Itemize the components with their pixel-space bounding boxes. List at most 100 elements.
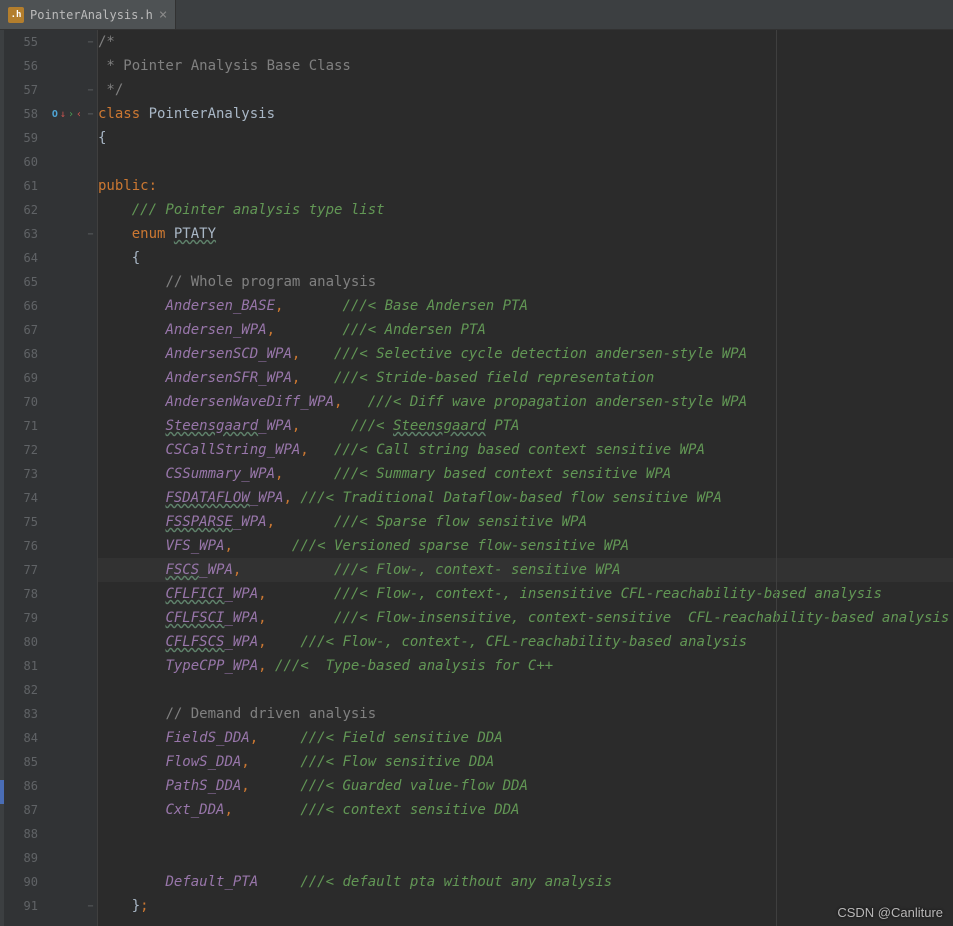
line-number[interactable]: 69 xyxy=(4,366,44,390)
code-line[interactable]: */ xyxy=(98,78,953,102)
line-number[interactable]: 62 xyxy=(4,198,44,222)
line-number[interactable]: 70 xyxy=(4,390,44,414)
fold-handle[interactable]: − xyxy=(84,222,97,246)
code-line[interactable]: AndersenSFR_WPA, ///< Stride-based field… xyxy=(98,366,953,390)
code-line[interactable]: Default_PTA ///< default pta without any… xyxy=(98,870,953,894)
fold-handle[interactable] xyxy=(84,54,97,78)
code-line[interactable]: CFLFSCI_WPA, ///< Flow-insensitive, cont… xyxy=(98,606,953,630)
code-line[interactable]: * Pointer Analysis Base Class xyxy=(98,54,953,78)
gutter-annotation[interactable] xyxy=(44,246,84,270)
line-number[interactable]: 67 xyxy=(4,318,44,342)
gutter-annotation[interactable] xyxy=(44,558,84,582)
fold-handle[interactable] xyxy=(84,342,97,366)
fold-handle[interactable] xyxy=(84,126,97,150)
gutter-annotation[interactable] xyxy=(44,510,84,534)
code-line[interactable]: CFLFSCS_WPA, ///< Flow-, context-, CFL-r… xyxy=(98,630,953,654)
gutter-annotation[interactable] xyxy=(44,462,84,486)
code-line[interactable]: FSDATAFLOW_WPA, ///< Traditional Dataflo… xyxy=(98,486,953,510)
code-line[interactable]: Andersen_WPA, ///< Andersen PTA xyxy=(98,318,953,342)
fold-handle[interactable] xyxy=(84,558,97,582)
gutter-annotation[interactable] xyxy=(44,654,84,678)
line-number[interactable]: 63 xyxy=(4,222,44,246)
line-number[interactable]: 91 xyxy=(4,894,44,918)
line-number[interactable]: 85 xyxy=(4,750,44,774)
code-line[interactable]: // Demand driven analysis xyxy=(98,702,953,726)
line-number[interactable]: 81 xyxy=(4,654,44,678)
line-number[interactable]: 64 xyxy=(4,246,44,270)
code-line[interactable]: public: xyxy=(98,174,953,198)
gutter-annotation[interactable] xyxy=(44,630,84,654)
fold-handle[interactable] xyxy=(84,510,97,534)
code-line[interactable]: FieldS_DDA, ///< Field sensitive DDA xyxy=(98,726,953,750)
line-number[interactable]: 68 xyxy=(4,342,44,366)
fold-handle[interactable] xyxy=(84,630,97,654)
fold-handle[interactable] xyxy=(84,870,97,894)
fold-gutter[interactable]: −−−−− xyxy=(84,30,98,926)
code-line[interactable]: FlowS_DDA, ///< Flow sensitive DDA xyxy=(98,750,953,774)
code-text-area[interactable]: /* * Pointer Analysis Base Class */class… xyxy=(98,30,953,926)
line-number[interactable]: 76 xyxy=(4,534,44,558)
fold-handle[interactable] xyxy=(84,678,97,702)
code-line[interactable]: FSSPARSE_WPA, ///< Sparse flow sensitive… xyxy=(98,510,953,534)
fold-handle[interactable] xyxy=(84,750,97,774)
line-number[interactable]: 58 xyxy=(4,102,44,126)
gutter-annotation[interactable] xyxy=(44,342,84,366)
gutter-annotation[interactable] xyxy=(44,774,84,798)
gutter-annotation[interactable] xyxy=(44,78,84,102)
line-number[interactable]: 71 xyxy=(4,414,44,438)
fold-handle[interactable] xyxy=(84,174,97,198)
code-line[interactable]: VFS_WPA, ///< Versioned sparse flow-sens… xyxy=(98,534,953,558)
code-line[interactable]: CSCallString_WPA, ///< Call string based… xyxy=(98,438,953,462)
code-line[interactable]: TypeCPP_WPA, ///< Type-based analysis fo… xyxy=(98,654,953,678)
line-number[interactable]: 88 xyxy=(4,822,44,846)
gutter-annotation[interactable] xyxy=(44,486,84,510)
code-line[interactable]: { xyxy=(98,246,953,270)
code-line[interactable]: CFLFICI_WPA, ///< Flow-, context-, insen… xyxy=(98,582,953,606)
line-number[interactable]: 82 xyxy=(4,678,44,702)
gutter-annotation[interactable] xyxy=(44,678,84,702)
line-number[interactable]: 73 xyxy=(4,462,44,486)
override-icon[interactable]: O xyxy=(52,109,58,120)
code-line[interactable] xyxy=(98,150,953,174)
code-line[interactable]: PathS_DDA, ///< Guarded value-flow DDA xyxy=(98,774,953,798)
gutter-annotation[interactable] xyxy=(44,30,84,54)
down-arrow-icon[interactable]: ↓ xyxy=(60,109,66,120)
gutter-annotation[interactable] xyxy=(44,126,84,150)
line-number[interactable]: 86 xyxy=(4,774,44,798)
gutter-annotation[interactable] xyxy=(44,798,84,822)
fold-handle[interactable] xyxy=(84,774,97,798)
gutter-annotation[interactable] xyxy=(44,438,84,462)
code-line[interactable]: class PointerAnalysis xyxy=(98,102,953,126)
fold-handle[interactable] xyxy=(84,270,97,294)
editor-tab[interactable]: .h PointerAnalysis.h × xyxy=(0,0,176,29)
code-line[interactable]: { xyxy=(98,126,953,150)
gutter-annotation[interactable] xyxy=(44,366,84,390)
line-number[interactable]: 72 xyxy=(4,438,44,462)
pink-arrow-icon[interactable]: ‹ xyxy=(76,109,82,120)
code-line[interactable]: AndersenWaveDiff_WPA, ///< Diff wave pro… xyxy=(98,390,953,414)
gutter-annotation[interactable] xyxy=(44,726,84,750)
fold-handle[interactable] xyxy=(84,702,97,726)
gutter-annotation[interactable] xyxy=(44,198,84,222)
fold-handle[interactable] xyxy=(84,414,97,438)
fold-handle[interactable]: − xyxy=(84,102,97,126)
code-line[interactable]: // Whole program analysis xyxy=(98,270,953,294)
gutter-annotation[interactable] xyxy=(44,606,84,630)
code-line[interactable]: }; xyxy=(98,894,953,918)
code-line[interactable] xyxy=(98,678,953,702)
line-number[interactable]: 83 xyxy=(4,702,44,726)
gutter-annotation[interactable] xyxy=(44,702,84,726)
line-number[interactable]: 60 xyxy=(4,150,44,174)
fold-handle[interactable] xyxy=(84,486,97,510)
green-arrow-icon[interactable]: › xyxy=(68,109,74,120)
fold-handle[interactable]: − xyxy=(84,894,97,918)
code-line[interactable]: Cxt_DDA, ///< context sensitive DDA xyxy=(98,798,953,822)
fold-handle[interactable] xyxy=(84,582,97,606)
gutter-annotation[interactable] xyxy=(44,414,84,438)
gutter-annotation[interactable] xyxy=(44,750,84,774)
gutter-annotation[interactable] xyxy=(44,870,84,894)
fold-handle[interactable] xyxy=(84,462,97,486)
gutter-annotation[interactable] xyxy=(44,174,84,198)
gutter-annotation[interactable] xyxy=(44,294,84,318)
code-line[interactable] xyxy=(98,822,953,846)
